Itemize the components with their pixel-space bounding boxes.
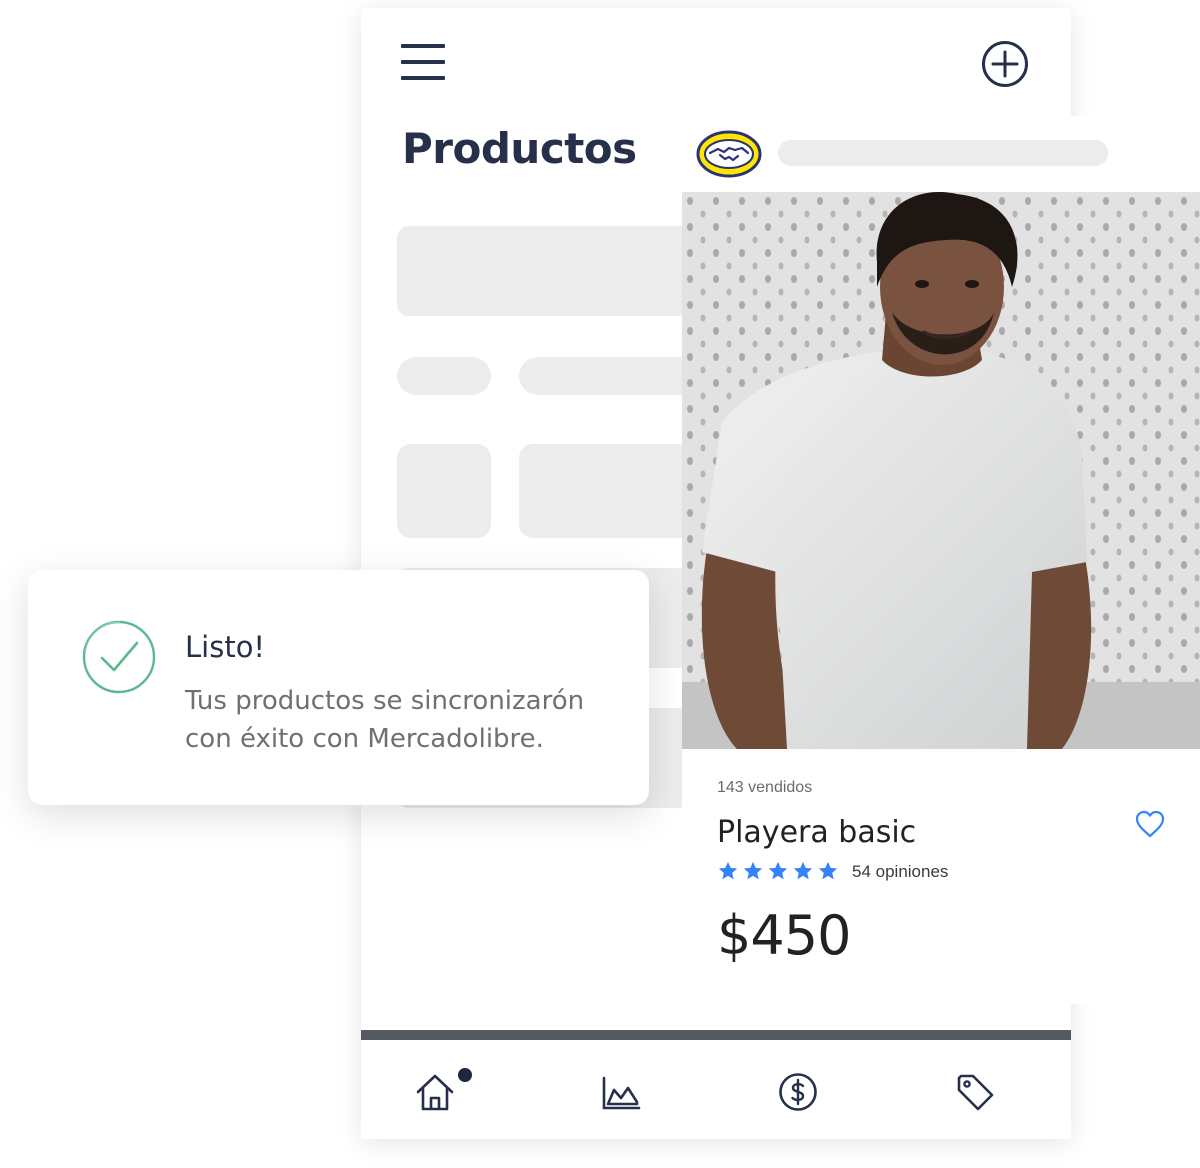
notification-dot [458,1068,472,1082]
tag-icon[interactable] [953,1070,997,1114]
star-icon [718,861,738,880]
skeleton-block [397,444,491,538]
skeleton-block [778,140,1108,166]
hamburger-menu-icon[interactable] [401,42,445,82]
nav-divider [361,1030,1071,1040]
chart-icon[interactable] [599,1070,643,1114]
star-icon [743,861,763,880]
product-price: $450 [717,904,851,967]
plus-circle-icon[interactable] [980,39,1030,89]
product-name[interactable]: Playera basic [717,815,916,850]
toast-message: Tus productos se sincronizarón con éxito… [185,686,585,754]
bottom-nav [361,1040,1071,1139]
product-photo [682,192,1200,749]
reviews-count[interactable]: 54 opiniones [852,862,948,882]
page-title: Productos [402,124,637,173]
dollar-circle-icon[interactable] [776,1070,820,1114]
home-icon[interactable] [413,1070,457,1114]
toast-title: Listo! [185,630,266,664]
heart-outline-icon[interactable] [1134,809,1166,839]
star-icon [818,861,838,880]
product-card[interactable]: 143 vendidos Playera basic 54 opiniones … [682,749,1200,1004]
mercadolibre-handshake-logo [696,130,762,178]
product-card-header [682,116,1200,192]
star-icon [768,861,788,880]
sold-count: 143 vendidos [717,779,813,796]
rating-stars [717,860,839,882]
skeleton-block [397,357,491,395]
star-icon [793,861,813,880]
success-toast: Listo! Tus productos se sincronizarón co… [28,570,649,805]
model-photo-illustration [682,192,1200,749]
check-circle-icon [82,620,156,694]
